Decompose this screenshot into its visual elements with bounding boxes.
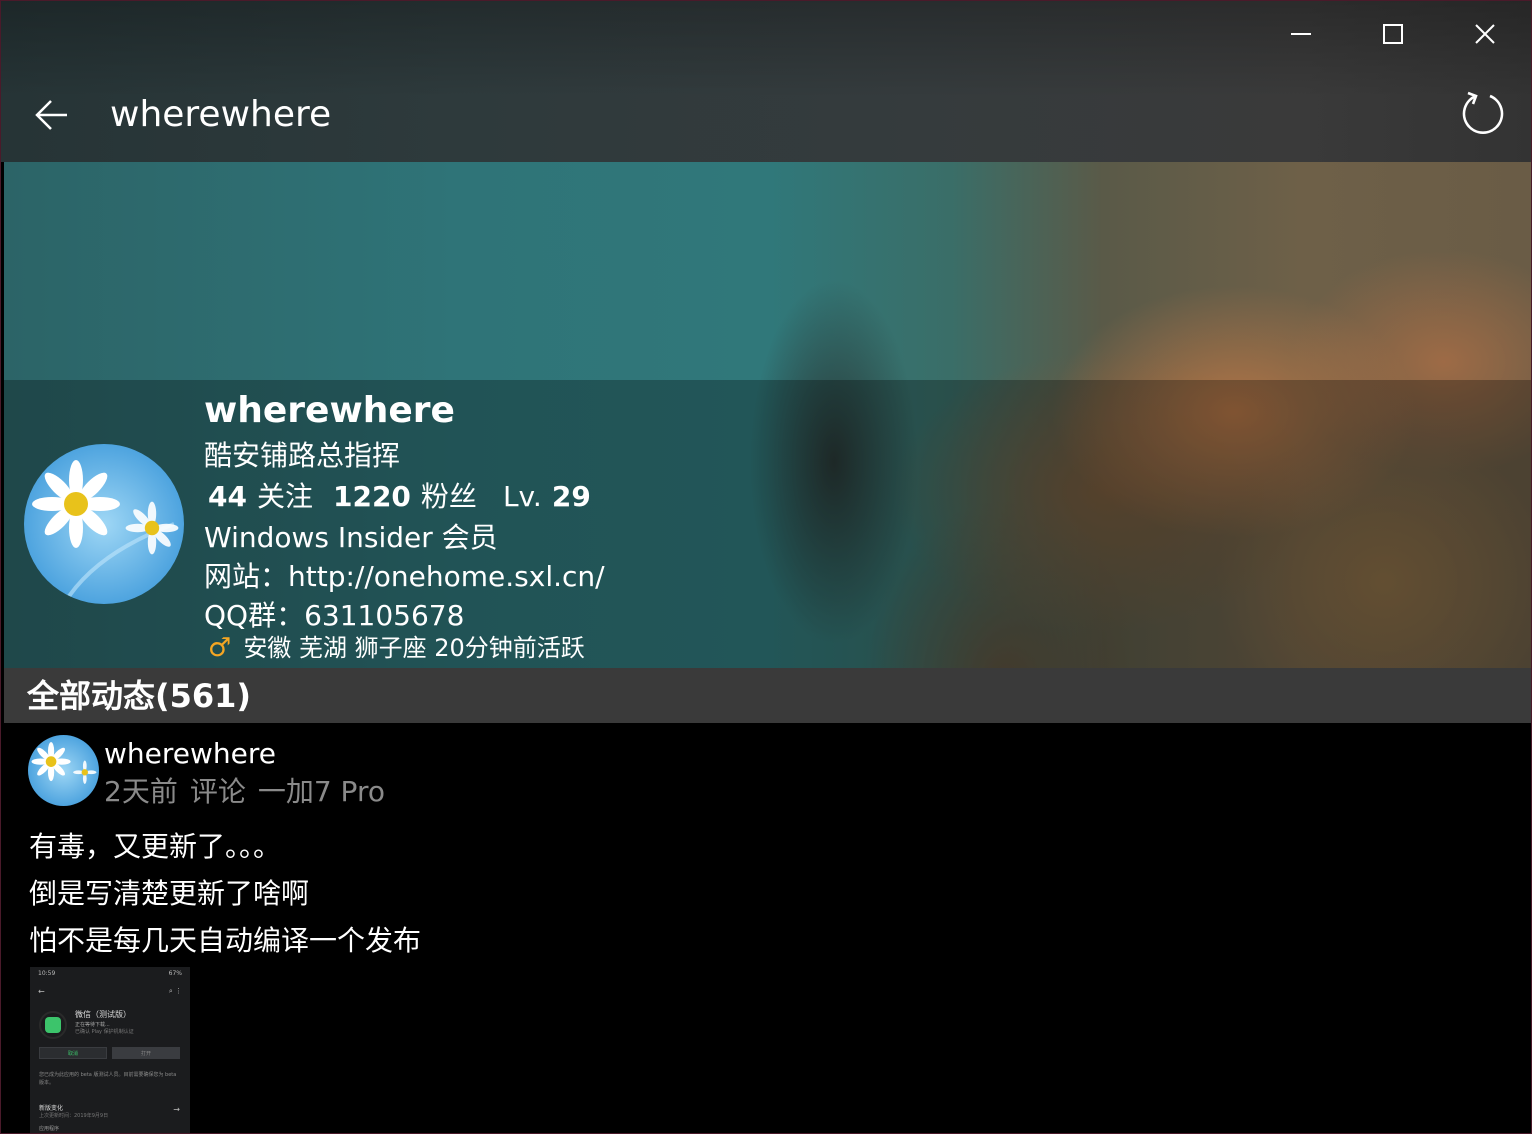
- post-meta: 2天前 评论 一加7 Pro: [104, 774, 385, 810]
- page-title: wherewhere: [110, 94, 332, 135]
- post-author[interactable]: wherewhere: [104, 736, 276, 772]
- thumb-arrow-icon: →: [173, 1105, 180, 1114]
- avatar[interactable]: [24, 444, 184, 604]
- post-image-thumbnail[interactable]: 10:59 67% ← ⌕ ⋮ 微信（测试版） 正在等待下载... 已确认 Pl…: [30, 967, 190, 1133]
- thumb-status-time: 10:59: [38, 970, 56, 977]
- thumb-app-status: 正在等待下载...: [75, 1022, 110, 1028]
- arrow-left-icon: [35, 100, 67, 130]
- followers-label[interactable]: 粉丝: [421, 478, 477, 516]
- daisy-avatar-image: [24, 444, 184, 604]
- post-text-line: 有毒，又更新了。。。: [29, 830, 282, 863]
- male-gender-icon: ♂: [208, 633, 232, 663]
- thumb-whats-new-sub: 上次更新时间：2019年9月9日: [39, 1113, 109, 1119]
- following-count[interactable]: 44: [208, 478, 247, 516]
- maximize-button[interactable]: [1347, 1, 1439, 67]
- zodiac: 狮子座: [354, 634, 427, 662]
- membership-badge: Windows Insider 会员: [204, 521, 498, 554]
- last-active: 20分钟前活跃: [434, 634, 585, 662]
- thumb-open-button: 打开: [112, 1047, 180, 1059]
- thumb-app-name: 微信（测试版）: [75, 1010, 131, 1019]
- following-label[interactable]: 关注: [257, 478, 313, 516]
- post-text-line: 怕不是每几天自动编译一个发布: [29, 924, 422, 957]
- post-time: 2天前: [104, 775, 178, 808]
- close-icon: [1475, 24, 1495, 44]
- thumb-app-sub: 已确认 Play 保护机制认证: [75, 1029, 134, 1035]
- daisy-avatar-image: [28, 735, 99, 806]
- thumb-search-more-icon: ⌕ ⋮: [168, 987, 182, 995]
- maximize-icon: [1383, 24, 1403, 44]
- profile-bio: 酷安铺路总指挥: [204, 439, 401, 472]
- post-type: 评论: [189, 775, 246, 808]
- post-avatar[interactable]: [28, 735, 99, 806]
- app-window: wherewhere wherewhere 酷安铺路总指挥 44 关注 1220…: [0, 0, 1532, 1134]
- post-device: 一加7 Pro: [257, 775, 385, 808]
- level-value: 29: [551, 480, 591, 513]
- post-text-line: 倒是写清楚更新了啥啊: [29, 877, 310, 910]
- thumb-cancel-button: 取消: [39, 1047, 107, 1059]
- followers-count[interactable]: 1220: [333, 478, 411, 516]
- back-button[interactable]: [23, 87, 81, 143]
- refresh-button[interactable]: [1455, 85, 1511, 141]
- website-link[interactable]: 网站：http://onehome.sxl.cn/: [204, 558, 605, 596]
- minimize-button[interactable]: [1255, 1, 1347, 67]
- location: 安徽 芜湖: [243, 634, 347, 662]
- thumb-battery: 67%: [168, 970, 182, 977]
- refresh-icon: [1462, 91, 1504, 134]
- profile-stats: 44 关注 1220 粉丝 Lv. 29: [208, 478, 591, 516]
- thumb-back-icon: ←: [38, 987, 45, 996]
- close-button[interactable]: [1439, 1, 1531, 67]
- minimize-icon: [1291, 33, 1311, 35]
- thumb-whats-new: 新版变化: [39, 1105, 64, 1112]
- feed-header: 全部动态(561): [4, 668, 1531, 723]
- thumb-info: 您已成为此应用的 beta 版测试人员。目前需要确保您为 beta 版本。: [39, 1072, 177, 1086]
- profile-meta: ♂ 安徽 芜湖 狮子座 20分钟前活跃: [208, 631, 585, 665]
- thumb-more: 应用程序: [39, 1126, 60, 1132]
- feed-title: 全部动态(561): [27, 677, 252, 715]
- profile-name: wherewhere: [204, 390, 455, 431]
- wechat-icon: [39, 1011, 67, 1039]
- qq-group: QQ群：631105678: [204, 599, 465, 632]
- level-label: Lv.: [502, 480, 542, 513]
